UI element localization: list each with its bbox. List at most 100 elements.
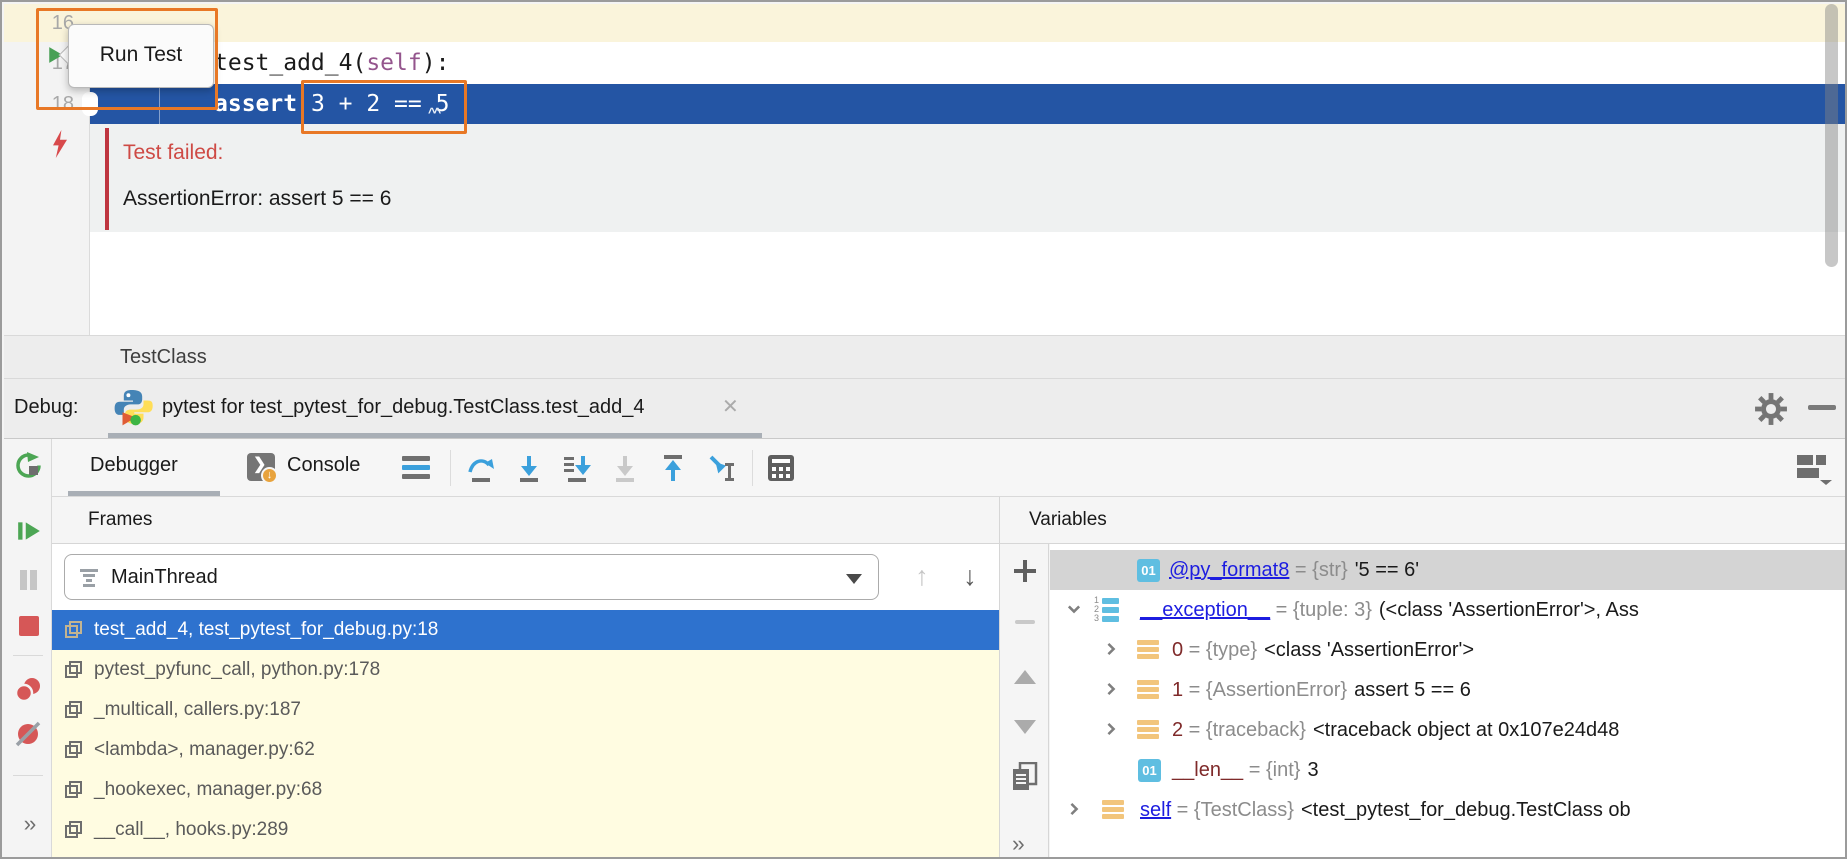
stack-frame-icon [64, 660, 84, 680]
restore-layout-icon[interactable] [1794, 451, 1832, 485]
hide-toolwindow-icon[interactable] [1808, 405, 1836, 410]
chevron-right-icon[interactable] [1065, 800, 1083, 818]
edited-line-highlight [4, 4, 1847, 42]
chevron-down-icon[interactable] [1065, 600, 1083, 618]
tuple-icon: 1 2 3 [1094, 596, 1122, 624]
mute-breakpoints-icon[interactable] [15, 721, 41, 747]
variables-panel-title: Variables [1029, 497, 1107, 543]
rerun-icon[interactable] [15, 452, 42, 479]
toolbar-more-icon[interactable]: ›› [1012, 832, 1038, 856]
panel-headers: Frames Variables [52, 497, 1847, 544]
variable-row[interactable]: 1 = {AssertionError}assert 5 == 6 [1050, 670, 1847, 710]
move-down-icon[interactable] [1014, 720, 1036, 734]
resume-icon[interactable] [16, 517, 42, 545]
variable-type: {TestClass} [1194, 799, 1294, 821]
console-output-badge: ↓ [261, 467, 278, 484]
variable-name: self [1140, 799, 1171, 821]
toolbar-separator [752, 450, 753, 486]
debug-label: Debug: [14, 379, 79, 436]
stack-frame-icon [64, 620, 84, 640]
editor-vertical-scrollbar[interactable] [1825, 4, 1838, 267]
numeric-badge-icon: 01 [1137, 559, 1160, 582]
variable-name: @py_format8 [1169, 559, 1289, 581]
variable-type: {int} [1266, 759, 1300, 781]
variable-type: {AssertionError} [1206, 679, 1347, 701]
duplicate-watch-icon[interactable] [1011, 762, 1039, 792]
self-parameter: self [366, 50, 421, 76]
stack-frame-icon [64, 820, 84, 840]
add-watch-icon[interactable] [1014, 560, 1036, 582]
frame-row[interactable]: _hookexec, manager.py:68 [52, 770, 999, 810]
variable-row[interactable]: self = {TestClass}<test_pytest_for_debug… [1050, 790, 1847, 830]
thread-name: MainThread [111, 566, 218, 589]
frame-row-selected[interactable]: test_add_4, test_pytest_for_debug.py:18 [52, 610, 999, 650]
previous-frame-icon[interactable]: ↑ [905, 556, 939, 596]
variable-row[interactable]: 01 __len__ = {int}3 [1050, 750, 1847, 790]
assert-keyword: assert [214, 91, 297, 117]
step-into-icon[interactable] [514, 453, 544, 483]
variable-name: __exception__ [1140, 599, 1270, 621]
code-line-17[interactable]: test_add_4(self): [214, 42, 449, 84]
panel-divider[interactable] [999, 497, 1000, 859]
variable-row[interactable]: 2 = {traceback}<traceback object at 0x10… [1050, 710, 1847, 750]
stack-frame-icon [64, 740, 84, 760]
test-failed-title: Test failed: [123, 136, 223, 170]
variable-row[interactable]: 0 = {type}<class 'AssertionError'> [1050, 630, 1847, 670]
frame-row[interactable]: <lambda>, manager.py:62 [52, 730, 999, 770]
rail-separator [13, 775, 43, 776]
settings-gear-icon[interactable] [1754, 392, 1788, 426]
remove-watch-icon[interactable] [1015, 620, 1035, 624]
variable-row[interactable]: 1 2 3 __exception__ = {tuple: 3}(<class … [1050, 590, 1847, 630]
view-breakpoints-icon[interactable] [14, 677, 42, 705]
value-icon [1137, 720, 1159, 740]
test-failed-bolt-icon[interactable] [50, 130, 70, 158]
close-session-icon[interactable]: ✕ [722, 379, 739, 436]
console-tab-icon[interactable]: ❯ ↓ [247, 453, 275, 481]
next-frame-icon[interactable]: ↓ [953, 556, 987, 596]
code-editor[interactable]: 16 17 18 test_add_4(self): assert 3 + 2 … [4, 4, 1847, 335]
pause-icon[interactable] [17, 567, 40, 593]
thread-selector[interactable]: MainThread [64, 554, 879, 600]
step-over-icon[interactable] [466, 453, 496, 483]
frame-row[interactable]: pytest_pyfunc_call, python.py:178 [52, 650, 999, 690]
variable-name: 1 [1172, 679, 1183, 701]
variable-value: 3 [1307, 759, 1318, 781]
debug-toolwindow-header: Debug: pytest for test_pytest_for_debug.… [4, 379, 1847, 439]
chevron-right-icon[interactable] [1102, 640, 1120, 658]
move-up-icon[interactable] [1014, 670, 1036, 684]
variable-type: {tuple: 3} [1293, 599, 1372, 621]
debugger-tab-underline [68, 491, 220, 496]
frames-list: test_add_4, test_pytest_for_debug.py:18 … [52, 610, 999, 859]
frames-panel-title: Frames [88, 497, 152, 543]
frame-row[interactable]: _multicall, callers.py:187 [52, 690, 999, 730]
numeric-badge-icon: 01 [1138, 759, 1161, 782]
variable-value: '5 == 6' [1355, 559, 1419, 581]
frame-row[interactable]: __call__, hooks.py:289 [52, 810, 999, 850]
show-execution-point-icon[interactable] [402, 456, 430, 480]
breadcrumb-bar: TestClass [4, 335, 1847, 379]
breadcrumb-testclass[interactable]: TestClass [120, 336, 207, 378]
variables-panel: 01 @py_format8 = {str}'5 == 6' 1 2 3 __e… [1050, 544, 1847, 859]
step-into-my-code-icon[interactable] [562, 453, 592, 483]
rail-more-icon[interactable]: ›› [14, 811, 44, 837]
tab-console[interactable]: Console [287, 439, 360, 492]
chevron-right-icon[interactable] [1102, 720, 1120, 738]
run-to-cursor-icon[interactable] [706, 453, 736, 483]
rail-separator [13, 655, 43, 656]
variable-value: (<class 'AssertionError'>, Ass [1379, 599, 1639, 621]
pycharm-debug-window: 16 17 18 test_add_4(self): assert 3 + 2 … [0, 0, 1847, 859]
variable-type: {traceback} [1206, 719, 1306, 741]
thread-icon [79, 567, 99, 587]
force-step-into-icon[interactable] [610, 453, 640, 483]
variables-side-toolbar: ›› [1000, 544, 1049, 859]
step-out-icon[interactable] [658, 453, 688, 483]
debug-session-tab[interactable]: pytest for test_pytest_for_debug.TestCla… [162, 379, 645, 436]
variable-name: 2 [1172, 719, 1183, 741]
chevron-right-icon[interactable] [1102, 680, 1120, 698]
stop-icon[interactable] [18, 615, 40, 637]
stack-frame-icon [64, 700, 84, 720]
tab-debugger[interactable]: Debugger [90, 439, 178, 492]
variable-row[interactable]: 01 @py_format8 = {str}'5 == 6' [1050, 550, 1847, 590]
evaluate-expression-icon[interactable] [766, 453, 796, 483]
debug-left-rail: ›› [4, 439, 52, 859]
